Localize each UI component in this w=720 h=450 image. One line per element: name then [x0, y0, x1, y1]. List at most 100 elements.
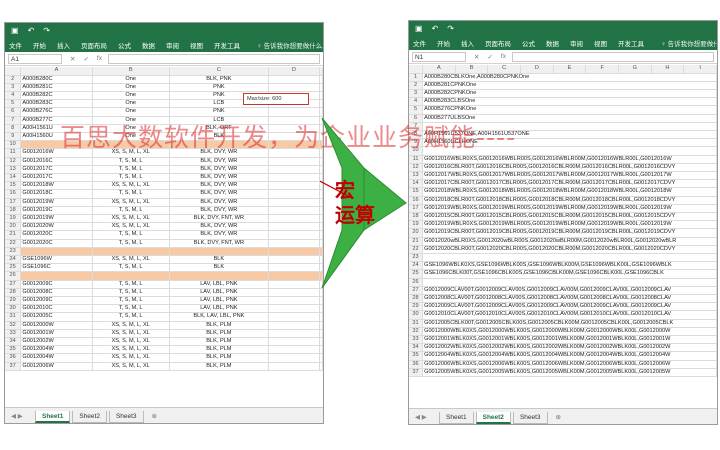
row-header[interactable]: 21: [409, 237, 424, 246]
cell-b[interactable]: XS, S, M, L, XL: [92, 321, 170, 330]
cell-d[interactable]: [268, 206, 321, 215]
cell-a[interactable]: G0012005C: [20, 312, 93, 322]
cell-b[interactable]: [92, 247, 170, 256]
cell-a[interactable]: G0012019WBLR0XS,G0012019WBLR00S,G0012019…: [422, 204, 717, 213]
cell-c[interactable]: BLK, PLM: [169, 321, 269, 330]
cell-d[interactable]: [268, 165, 321, 174]
cell-a[interactable]: G0012002WBLK0XS,G0012002WBLK00S,G0012002…: [422, 343, 717, 353]
row-header[interactable]: 18: [409, 212, 424, 222]
ribbon-tab-3[interactable]: 页面布局: [81, 40, 107, 50]
cell-d[interactable]: [268, 304, 321, 314]
cell-a[interactable]: [20, 247, 93, 256]
cell-b[interactable]: One: [92, 99, 170, 109]
cancel-icon[interactable]: ✕: [70, 55, 75, 63]
cell-c[interactable]: BLK, PLM: [169, 329, 269, 339]
cell-a[interactable]: [422, 278, 717, 287]
row-header[interactable]: 3: [5, 83, 22, 92]
cell-a[interactable]: G0012010CLAV00T,G0012010CLAV00S,G0012010…: [422, 310, 717, 320]
sheet-tab-1[interactable]: Sheet1: [35, 411, 71, 423]
cell-e[interactable]: [319, 337, 323, 347]
row-header[interactable]: 12: [409, 163, 424, 172]
cell-d[interactable]: [268, 329, 321, 339]
row-header[interactable]: 22: [409, 245, 424, 254]
row-header[interactable]: 16: [409, 196, 424, 205]
cell-c[interactable]: BLK, DVY, WR: [169, 173, 269, 183]
cell-a[interactable]: G0012019CBLR00T,G0012019CBLR00S,G0012019…: [422, 228, 717, 238]
cell-d[interactable]: [268, 189, 321, 199]
cell-c[interactable]: BLK, PNK: [169, 75, 269, 84]
sheet-nav-arrows-icon[interactable]: ◀ ▶: [415, 413, 437, 421]
save-icon[interactable]: ▣: [415, 24, 423, 33]
cell-c[interactable]: LAV, LBL, PNK: [169, 304, 269, 314]
cell-d[interactable]: [268, 263, 321, 273]
cell-c[interactable]: BLK, DVY, WR: [169, 157, 269, 166]
cell-a[interactable]: A000B280C: [20, 75, 93, 84]
cell-a[interactable]: G0012005CBLK00T,G0012005CBLK00S,G0012005…: [422, 319, 717, 328]
sheet-tab-3[interactable]: Sheet3: [512, 412, 548, 424]
row-header[interactable]: 3: [409, 89, 424, 99]
cell-b[interactable]: XS, S, M, L, XL: [92, 198, 170, 207]
row-header[interactable]: 23: [409, 253, 424, 263]
cell-b[interactable]: T, S, M, L: [92, 312, 170, 322]
row-header[interactable]: 28: [409, 294, 424, 304]
ribbon-tab-5[interactable]: 数据: [546, 38, 559, 48]
cell-b[interactable]: XS, S, M, L, XL: [92, 362, 170, 371]
cell-a[interactable]: G0012009C: [20, 296, 93, 306]
cell-a[interactable]: [20, 271, 93, 281]
cell-b[interactable]: T, S, M, L: [92, 239, 170, 248]
cell-d[interactable]: [268, 353, 321, 363]
ribbon-tab-0[interactable]: 文件: [413, 38, 426, 48]
sheet-nav-arrows-icon[interactable]: ◀ ▶: [11, 412, 33, 420]
cell-a[interactable]: G0012018W: [20, 181, 93, 191]
cell-b[interactable]: XS, S, M, L, XL: [92, 255, 170, 265]
column-header-a[interactable]: A: [20, 67, 93, 76]
cell-a[interactable]: G0012017CBLR00T,G0012017CBLR00S,G0012017…: [422, 179, 717, 189]
row-header[interactable]: 25: [5, 263, 22, 273]
cell-a[interactable]: G0012018WBLR0XS,G0012018WBLR00S,G0012018…: [422, 187, 717, 197]
row-header[interactable]: 28: [5, 288, 22, 297]
sheet-tab-1[interactable]: Sheet1: [439, 412, 474, 424]
ribbon-tab-4[interactable]: 公式: [118, 40, 131, 50]
cell-b[interactable]: One: [92, 91, 170, 101]
cell-c[interactable]: BLK, DVY, WR: [169, 206, 269, 215]
redo-icon[interactable]: ↷: [43, 26, 50, 35]
cell-b[interactable]: T, S, M, L: [92, 173, 170, 183]
cell-a[interactable]: A000B282C: [20, 91, 93, 101]
cell-c[interactable]: BLK, DVY, FNT, WR: [169, 239, 269, 248]
cell-c[interactable]: [169, 271, 269, 281]
cell-d[interactable]: [268, 83, 321, 92]
row-header[interactable]: 24: [5, 255, 22, 265]
name-box[interactable]: N1: [412, 51, 466, 62]
row-header[interactable]: 14: [5, 173, 22, 183]
cell-b[interactable]: T, S, M, L: [92, 165, 170, 174]
cell-a[interactable]: G0012019W: [20, 198, 93, 207]
column-header-e[interactable]: E: [553, 65, 587, 74]
cell-e[interactable]: [319, 362, 323, 371]
cell-e[interactable]: [319, 75, 323, 84]
formula-input[interactable]: [107, 53, 320, 64]
cell-a[interactable]: GSE1096CBLK00T,GSE1096CBLK00S,GSE1096CBL…: [422, 269, 717, 279]
cell-a[interactable]: G0012010C: [20, 304, 93, 314]
cell-c[interactable]: BLK, DVY, WR: [169, 198, 269, 207]
cell-e[interactable]: [319, 329, 323, 339]
row-header[interactable]: 37: [5, 362, 22, 371]
cell-d[interactable]: [268, 107, 321, 117]
cell-a[interactable]: G0012018CBLR00T,G0012018CBLR00S,G0012018…: [422, 196, 717, 205]
cell-d[interactable]: [268, 181, 321, 191]
cell-b[interactable]: T, S, M, L: [92, 304, 170, 314]
cell-a[interactable]: G0012017WBLR0XS,G0012017WBLR00S,G0012017…: [422, 171, 717, 181]
column-header-g[interactable]: G: [618, 65, 652, 74]
cell-e[interactable]: [319, 304, 323, 314]
row-header[interactable]: 22: [5, 239, 22, 248]
cell-c[interactable]: BLK, PLM: [169, 345, 269, 355]
row-header[interactable]: 15: [5, 181, 22, 191]
row-header[interactable]: 15: [409, 187, 424, 197]
row-header[interactable]: 8: [5, 124, 22, 133]
cell-b[interactable]: T, S, M, L: [92, 280, 170, 289]
cell-b[interactable]: T, S, M, L: [92, 157, 170, 166]
row-header[interactable]: 5: [409, 105, 424, 115]
cell-a[interactable]: G0012020C: [20, 230, 93, 240]
cell-a[interactable]: G0012004W: [20, 345, 93, 355]
row-header[interactable]: 11: [5, 148, 22, 158]
cell-a[interactable]: G0012015CBLR00T,G0012015CBLR00S,G0012015…: [422, 212, 717, 222]
